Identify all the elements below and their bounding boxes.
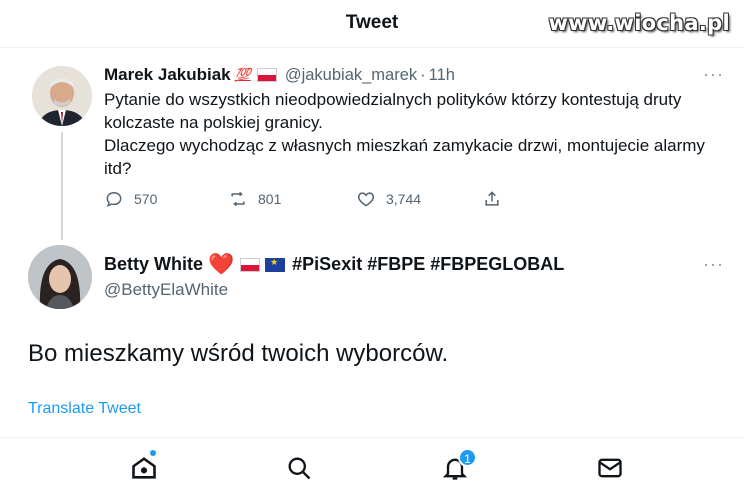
share-button[interactable]	[482, 189, 512, 209]
tweet2-header: Betty White ❤️ #PiSexit #FBPE #FBPEGLOBA…	[104, 254, 564, 275]
tweet1-text: Pytanie do wszystkich nieodpowiedzialnyc…	[104, 90, 705, 178]
like-button[interactable]: 3,744	[356, 189, 421, 209]
share-icon	[485, 191, 499, 206]
like-count: 3,744	[386, 191, 422, 207]
retweet-icon	[231, 191, 245, 207]
tweet2-more-icon[interactable]: ···	[703, 254, 724, 275]
tweet2-handle[interactable]: @BettyElaWhite	[104, 280, 228, 300]
tweet1-more-icon[interactable]: ···	[703, 64, 724, 85]
tab-messages[interactable]	[596, 454, 624, 482]
translate-tweet-link[interactable]: Translate Tweet	[28, 400, 141, 418]
home-notification-dot	[150, 450, 156, 456]
tweet1-handle[interactable]: @jakubiak_marek	[285, 66, 417, 85]
eu-flag-icon	[265, 257, 286, 272]
tweet1-header: Marek Jakubiak 💯 @jakubiak_marek · 11h	[104, 65, 455, 85]
tweet1-time[interactable]: 11h	[429, 66, 455, 85]
tweet2-author-name[interactable]: Betty White	[104, 254, 203, 275]
like-icon	[357, 192, 375, 207]
reply-count: 570	[134, 191, 158, 207]
notifications-count-badge: 1	[458, 448, 477, 467]
retweet-count: 801	[258, 191, 282, 207]
bottom-tab-bar	[0, 437, 744, 497]
avatar-betty[interactable]	[28, 245, 92, 309]
thread-connector-line	[61, 132, 63, 240]
messages-icon	[598, 458, 622, 478]
home-icon	[132, 457, 156, 479]
retweet-button[interactable]: 801	[228, 189, 281, 209]
reply-icon	[106, 191, 122, 208]
red-heart-emoji: ❤️	[208, 253, 235, 276]
tweet1-actions: 570 801 3,744	[104, 189, 524, 211]
tweet2-text: Bo mieszkamy wśród twoich wyborców.	[28, 340, 449, 367]
poland-flag-icon	[256, 68, 277, 82]
reply-button[interactable]: 570	[104, 189, 157, 209]
tab-search[interactable]	[285, 454, 313, 482]
display-name-hashtags: #PiSexit #FBPE #FBPEGLOBAL	[292, 254, 565, 274]
watermark-logo: www.wiocha.pl	[548, 11, 730, 35]
search-icon	[288, 457, 311, 480]
top-header: Tweet www.wiocha.pl	[0, 0, 744, 48]
hundred-points-emoji: 💯	[234, 67, 251, 82]
poland-flag-icon	[240, 257, 261, 272]
tweet1-author-name[interactable]: Marek Jakubiak	[104, 65, 231, 85]
tab-home[interactable]	[130, 450, 158, 482]
tweet1-separator: ·	[420, 65, 426, 84]
avatar-marek[interactable]	[32, 66, 92, 126]
